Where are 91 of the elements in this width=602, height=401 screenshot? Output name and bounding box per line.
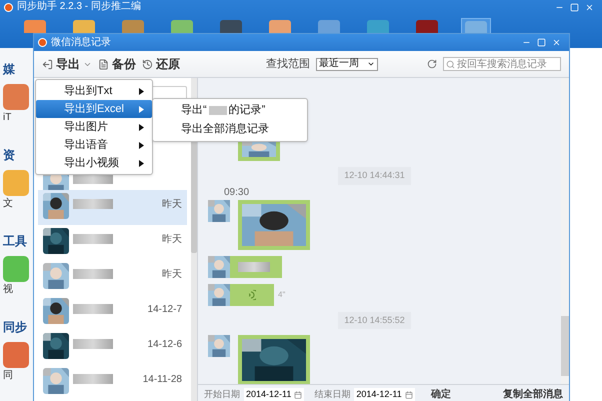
export-icon [42, 58, 53, 70]
blurred-name [73, 199, 113, 209]
caret-icon [367, 60, 375, 68]
blurred-name [73, 174, 113, 184]
menu-item[interactable]: 导出到Excel [36, 100, 152, 118]
time-caption: 09:30 [224, 186, 250, 200]
menu-item[interactable]: 导出“ 的记录” [153, 101, 307, 120]
contact-time: 昨天 [162, 268, 182, 282]
blurred-name [73, 269, 113, 279]
submenu-arrow-icon [139, 106, 144, 112]
blurred-name [238, 262, 270, 272]
voice-bubble[interactable] [230, 284, 274, 306]
tool-icon[interactable] [3, 84, 29, 110]
sound-wave-icon [248, 290, 256, 300]
app-icon [24, 20, 46, 33]
app-logo-icon [38, 38, 47, 47]
app-icon [220, 20, 242, 33]
maximize-icon[interactable] [570, 2, 579, 12]
app-icon [269, 20, 291, 33]
contact-row[interactable]: 昨天 [38, 225, 187, 260]
timestamp: 12-10 14:55:52 [338, 312, 411, 329]
tool-label: 文 [3, 199, 13, 209]
backup-button[interactable]: 备份 [98, 55, 136, 73]
copy-all-button[interactable]: 复制全部消息 [503, 387, 563, 401]
app-icon [73, 20, 95, 33]
contact-row[interactable]: 14-11-28 [38, 365, 187, 400]
menu-item[interactable]: 导出图片 [36, 118, 152, 136]
dialog-title: 微信消息记录 [51, 38, 111, 48]
tool-icon[interactable] [3, 170, 29, 196]
nav-tab[interactable] [461, 18, 491, 33]
tool-label: 视 [3, 285, 13, 295]
section-heading: 同步 [3, 321, 27, 333]
app-icon [122, 20, 144, 33]
section-heading: 媒 [3, 63, 15, 75]
contact-row[interactable]: 昨天 [38, 260, 187, 295]
close-icon[interactable] [585, 2, 594, 12]
app-icon [171, 20, 193, 33]
end-date-field[interactable]: 2014-12-11 [354, 388, 415, 401]
app-icon [416, 20, 438, 33]
start-date-label: 开始日期 [204, 388, 240, 401]
tool-label: 同 [3, 371, 13, 381]
history-icon [142, 58, 153, 70]
calendar-icon [404, 390, 413, 398]
refresh-icon[interactable] [427, 59, 437, 69]
app-logo-icon [4, 2, 13, 12]
menu-item[interactable]: 导出到Txt [36, 82, 152, 100]
start-date-field[interactable]: 2014-12-11 [244, 388, 304, 401]
calendar-icon [294, 390, 302, 398]
range-label: 查找范围 [266, 56, 310, 72]
voice-duration: 4" [278, 288, 286, 300]
contact-time: 昨天 [162, 233, 182, 247]
export-button[interactable]: 导出 [42, 55, 92, 73]
end-date-label: 结束日期 [314, 388, 350, 401]
timestamp: 12-10 14:44:31 [338, 167, 411, 184]
image-bubble[interactable] [238, 335, 310, 384]
tool-label: iT [3, 113, 12, 123]
image-bubble[interactable] [238, 200, 310, 250]
app-icon [318, 20, 340, 33]
section-heading: 资 [3, 149, 15, 161]
section-heading: 工具 [3, 235, 27, 247]
submenu-arrow-icon [139, 142, 144, 148]
blurred-name [73, 339, 113, 349]
blurred-name [73, 304, 113, 314]
maximize-icon[interactable] [537, 38, 546, 47]
submenu-arrow-icon [139, 124, 144, 130]
app-icon [367, 20, 389, 33]
document-icon [98, 58, 109, 70]
submenu-arrow-icon [139, 88, 144, 94]
search-field[interactable]: 按回车搜索消息记录 [443, 57, 561, 71]
close-icon[interactable] [552, 38, 561, 47]
menu-item[interactable]: 导出小视频 [36, 154, 152, 172]
app-title: 同步助手 2.2.3 - 同步推二编 [17, 2, 141, 12]
contact-row[interactable]: 昨天 [38, 190, 187, 225]
contact-row[interactable]: 14-12-7 [38, 295, 187, 330]
app-icon [465, 21, 487, 34]
menu-item[interactable]: 导出语音 [36, 136, 152, 154]
range-select[interactable]: 最近一周 [316, 58, 378, 70]
submenu-arrow-icon [139, 160, 144, 166]
contact-time: 昨天 [162, 198, 182, 212]
blurred-name [73, 234, 113, 244]
search-icon [446, 60, 455, 68]
contact-time: 14-11-28 [142, 373, 182, 387]
contact-time: 14-12-7 [148, 303, 182, 317]
confirm-button[interactable]: 确定 [430, 387, 451, 401]
tool-icon[interactable] [3, 256, 29, 282]
tool-icon[interactable] [3, 342, 29, 368]
blurred-name [73, 374, 113, 384]
contact-row[interactable]: 14-12-6 [38, 330, 187, 365]
menu-item[interactable]: 导出全部消息记录 [153, 120, 307, 139]
restore-button[interactable]: 还原 [142, 55, 180, 73]
contact-time: 14-12-6 [148, 338, 182, 352]
